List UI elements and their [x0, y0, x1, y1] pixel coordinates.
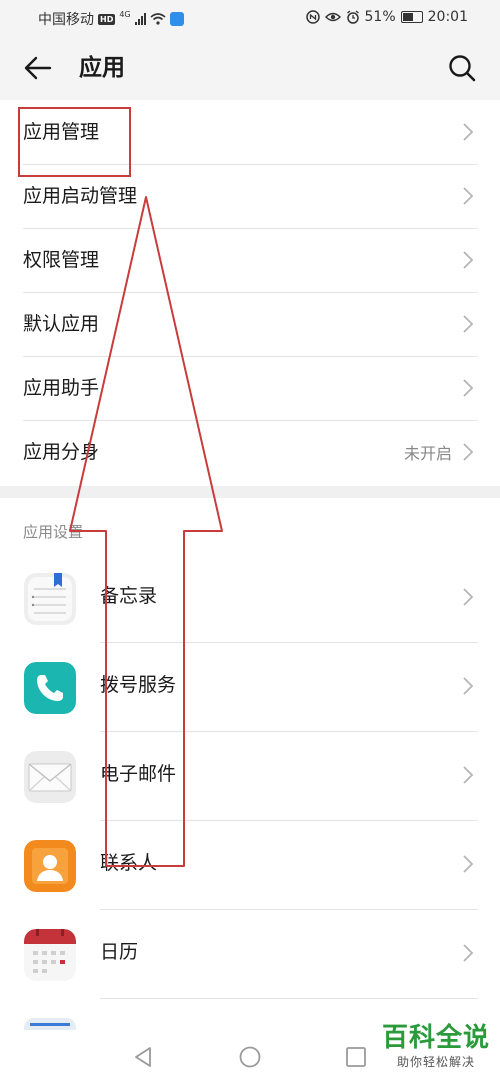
- nav-back-icon[interactable]: [132, 1046, 154, 1068]
- chevron-right-icon: [463, 251, 474, 269]
- app-row-label: 备忘录: [100, 585, 158, 607]
- network-type: 4G: [119, 9, 131, 19]
- menu-item-label: 权限管理: [23, 249, 100, 271]
- phone-icon: [24, 662, 76, 714]
- chevron-right-icon: [463, 379, 474, 397]
- watermark-sub: 助你轻松解决: [396, 1055, 475, 1069]
- section-title: 应用设置: [23, 523, 84, 541]
- app-row-contacts[interactable]: 联系人: [0, 820, 500, 909]
- back-arrow-icon[interactable]: [22, 52, 54, 84]
- chevron-right-icon: [463, 315, 474, 333]
- menu-item-app-assistant[interactable]: 应用助手: [0, 356, 500, 420]
- nfc-icon: [305, 10, 320, 24]
- hd-badge: HD: [98, 13, 116, 25]
- chevron-right-icon: [463, 766, 474, 784]
- notification-app-icon: [169, 12, 184, 26]
- chevron-right-icon: [463, 123, 474, 141]
- menu-item-label: 应用助手: [23, 377, 100, 399]
- app-row-calendar[interactable]: 日历: [0, 909, 500, 998]
- signal-icon: [134, 13, 146, 25]
- status-bar: 中国移动 HD 4G 51% 20:01: [0, 0, 500, 36]
- app-row-memo[interactable]: 备忘录: [0, 553, 500, 642]
- search-icon[interactable]: [446, 52, 478, 84]
- section-separator: [0, 486, 500, 498]
- app-bar: 应用: [0, 36, 500, 100]
- menu-item-permission-management[interactable]: 权限管理: [0, 228, 500, 292]
- calendar-icon: [24, 929, 76, 981]
- annotation-highlight-box: [18, 107, 131, 177]
- app-row-label: 拨号服务: [100, 674, 177, 696]
- page-title: 应用: [79, 55, 125, 81]
- nav-recent-icon[interactable]: [346, 1047, 366, 1067]
- chevron-right-icon: [463, 855, 474, 873]
- alarm-icon: [346, 10, 359, 24]
- carrier-name: 中国移动: [38, 12, 94, 28]
- menu-item-label: 默认应用: [23, 313, 100, 335]
- wifi-icon: [150, 13, 166, 25]
- nav-home-icon[interactable]: [239, 1046, 261, 1068]
- eye-icon: [324, 12, 341, 22]
- menu-item-app-twin[interactable]: 应用分身 未开启: [0, 420, 500, 484]
- chevron-right-icon: [463, 443, 474, 461]
- clock: 20:01: [427, 9, 468, 25]
- app-row-label: 电子邮件: [100, 763, 177, 785]
- chevron-right-icon: [463, 588, 474, 606]
- battery-icon: [400, 11, 423, 23]
- chevron-right-icon: [463, 187, 474, 205]
- menu-item-label: 应用分身: [23, 441, 100, 463]
- memo-icon: [24, 573, 76, 625]
- chevron-right-icon: [463, 677, 474, 695]
- app-row-label: 日历: [100, 941, 139, 963]
- watermark-main: 百科全说: [381, 1023, 490, 1053]
- divider: [100, 998, 478, 999]
- battery-percent: 51%: [364, 9, 396, 25]
- app-twin-status: 未开启: [403, 444, 452, 463]
- watermark: 百科全说 助你轻松解决: [382, 1022, 490, 1070]
- menu-item-default-apps[interactable]: 默认应用: [0, 292, 500, 356]
- app-row-dialer[interactable]: 拨号服务: [0, 642, 500, 731]
- email-icon: [24, 751, 76, 803]
- menu-item-label: 应用启动管理: [23, 185, 138, 207]
- contacts-icon: [24, 840, 76, 892]
- app-row-label: 联系人: [100, 852, 158, 874]
- app-row-email[interactable]: 电子邮件: [0, 731, 500, 820]
- chevron-right-icon: [463, 944, 474, 962]
